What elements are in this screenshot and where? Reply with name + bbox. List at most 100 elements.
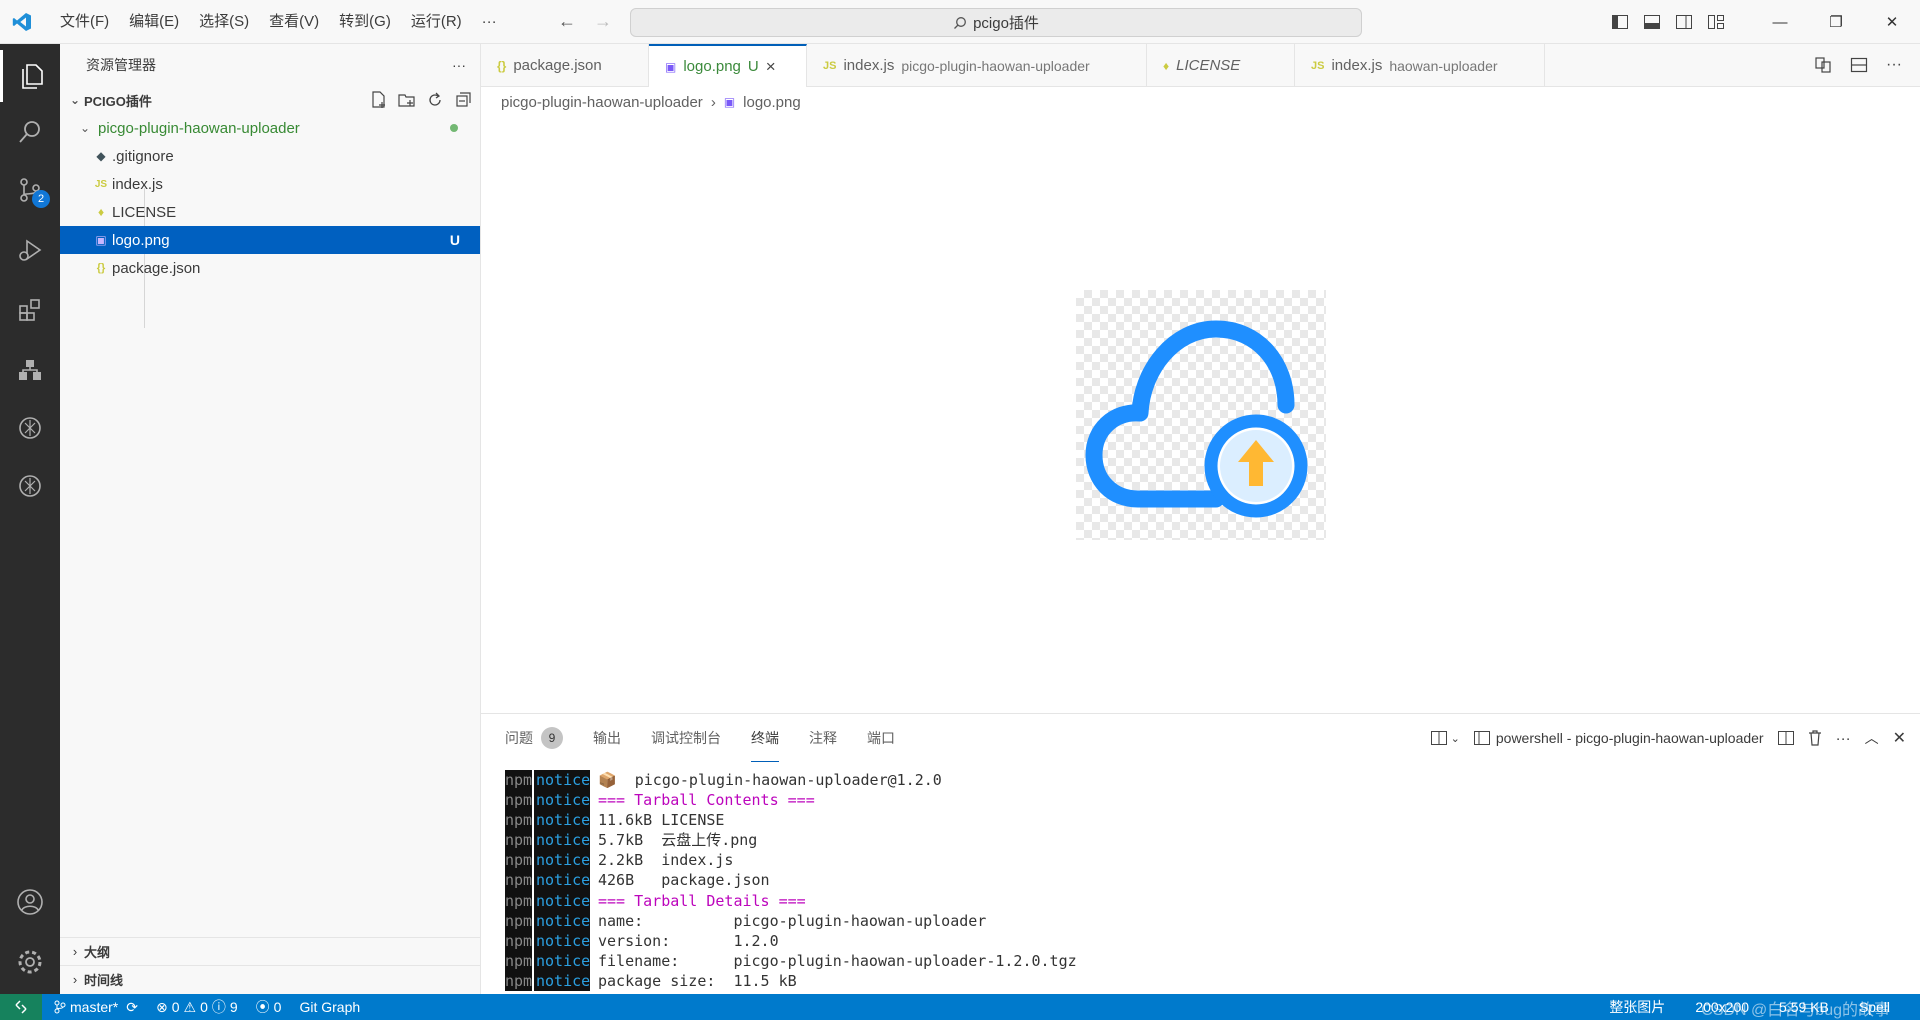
minimize-icon[interactable]: — [1752, 0, 1808, 44]
cloud-upload-logo [1085, 320, 1308, 518]
menu-view[interactable]: 查看(V) [259, 7, 329, 37]
tree-file-logo-png[interactable]: ▣ logo.png U [60, 226, 480, 254]
explorer-icon[interactable] [0, 50, 60, 102]
outline-section[interactable]: › 大纲 [60, 937, 481, 965]
toggle-panel-icon[interactable] [1636, 0, 1668, 44]
notice-prefix: notice [534, 890, 591, 911]
open-changes-icon[interactable] [1814, 56, 1832, 74]
chatgpt-icon[interactable] [0, 402, 60, 454]
customize-layout-icon[interactable] [1700, 0, 1732, 44]
terminal-output[interactable]: npm notice 📦 picgo-plugin-haowan-uploader@… [505, 770, 1077, 992]
menu-run[interactable]: 运行(R) [401, 7, 472, 37]
menu-edit[interactable]: 编辑(E) [119, 7, 189, 37]
settings-gear-icon[interactable] [0, 936, 60, 988]
account-icon[interactable] [0, 876, 60, 928]
menu-selection[interactable]: 选择(S) [189, 7, 259, 37]
search-icon[interactable] [0, 106, 60, 158]
tree-folder[interactable]: ⌄ picgo-plugin-haowan-uploader [60, 114, 480, 142]
error-icon: ⊗ [155, 998, 168, 1015]
tab-comments[interactable]: 注释 [809, 714, 837, 762]
timeline-section[interactable]: › 时间线 [60, 965, 481, 993]
git-file-icon: ◆ [96, 149, 106, 163]
problems-indicator[interactable]: ⊗ 0 ⚠ 0 ⓘ 9 [156, 997, 238, 1017]
explorer-more-icon[interactable]: ··· [452, 57, 466, 73]
git-branch-icon [54, 1000, 66, 1014]
breadcrumb: picgo-plugin-haowan-uploader › ▣ logo.pn… [481, 87, 1920, 117]
tab-index-js-2[interactable]: JS index.js haowan-uploader [1295, 44, 1545, 87]
ports-indicator[interactable]: ⦿ 0 [256, 997, 282, 1017]
warning-count: 0 [200, 999, 208, 1015]
tab-label: logo.png [683, 58, 741, 75]
tab-license[interactable]: ♦ LICENSE [1147, 44, 1295, 87]
workspace-section[interactable]: ⌄ PCIGO插件 [60, 86, 480, 114]
terminal-line: npm notice 11.6kB LICENSE [505, 810, 1077, 831]
tab-terminal[interactable]: 终端 [751, 714, 779, 762]
panel-more-icon[interactable]: ··· [1836, 730, 1851, 747]
breadcrumb-file[interactable]: logo.png [743, 94, 801, 111]
close-window-icon[interactable]: ✕ [1864, 0, 1920, 44]
restore-icon[interactable]: ❐ [1808, 0, 1864, 44]
maximize-panel-icon[interactable]: ︿ [1865, 728, 1879, 748]
more-actions-icon[interactable]: ··· [1886, 56, 1902, 74]
close-panel-icon[interactable]: ✕ [1893, 728, 1906, 748]
forward-arrow-icon[interactable]: → [594, 11, 612, 31]
tab-logo-png[interactable]: ▣ logo.png U × [649, 44, 807, 87]
new-folder-icon[interactable] [398, 91, 416, 109]
terminal-instance[interactable]: powershell - picgo-plugin-haowan-uploade… [1473, 730, 1764, 746]
terminal-line: npm notice 2.2kB index.js [505, 850, 1077, 871]
tab-ports[interactable]: 端口 [867, 714, 895, 762]
tab-problems[interactable]: 问题 9 [505, 714, 563, 762]
chevron-down-icon: ⌄ [69, 93, 81, 107]
error-count: 0 [171, 999, 180, 1015]
toggle-secondary-sidebar-icon[interactable] [1668, 0, 1700, 44]
branch-indicator[interactable]: master* ⟳ [54, 999, 138, 1016]
git-graph-button[interactable]: Git Graph [299, 999, 360, 1015]
tab-index-js-1[interactable]: JS index.js picgo-plugin-haowan-uploader [807, 44, 1147, 87]
split-editor-icon[interactable] [1850, 56, 1868, 74]
menu-more[interactable]: ··· [472, 7, 507, 37]
tree-file-license[interactable]: ♦ LICENSE [60, 198, 480, 226]
refresh-icon[interactable] [426, 91, 444, 109]
sync-icon[interactable]: ⟳ [126, 999, 138, 1016]
breadcrumb-folder[interactable]: picgo-plugin-haowan-uploader [501, 94, 703, 111]
terminal-line: npm notice === Tarball Details === [505, 890, 1077, 911]
command-center-search[interactable]: pcigo插件 [630, 8, 1362, 37]
source-control-icon[interactable]: 2 [0, 164, 60, 216]
back-arrow-icon[interactable]: ← [558, 11, 576, 31]
toggle-primary-sidebar-icon[interactable] [1604, 0, 1636, 44]
new-file-icon[interactable] [370, 91, 388, 109]
modified-dot-icon [450, 124, 458, 132]
tab-package-json[interactable]: {} package.json [481, 44, 649, 87]
terminal-icon [1473, 731, 1490, 745]
tree-file-index-js[interactable]: JS index.js [60, 170, 480, 198]
tree-file-package-json[interactable]: {} package.json [60, 254, 480, 282]
js-file-icon: JS [94, 178, 108, 190]
tab-label: package.json [513, 57, 602, 74]
close-tab-icon[interactable]: × [766, 57, 776, 77]
terminal-text: filename: picgo-plugin-haowan-uploader-1… [598, 951, 1077, 970]
menu-go[interactable]: 转到(G) [329, 7, 401, 37]
notice-prefix: notice [534, 910, 591, 931]
chatgpt-icon-2[interactable] [0, 460, 60, 512]
remote-explorer-icon[interactable] [0, 344, 60, 396]
remote-indicator-icon[interactable] [0, 994, 42, 1020]
tab-status: U [747, 58, 759, 75]
trash-icon[interactable] [1808, 730, 1822, 746]
split-terminal-icon[interactable] [1777, 731, 1794, 745]
tab-output[interactable]: 输出 [593, 714, 621, 762]
menu-file[interactable]: 文件(F) [50, 7, 119, 37]
notice-prefix: notice [534, 830, 591, 851]
image-file-icon: ▣ [95, 233, 107, 247]
collapse-all-icon[interactable] [454, 91, 472, 109]
broadcast-icon: ⦿ [255, 999, 270, 1015]
explorer-title: 资源管理器 [86, 57, 156, 73]
js-file-icon: JS [1311, 59, 1325, 72]
split-dropdown-icon[interactable]: ⌄ [1430, 731, 1460, 745]
run-debug-icon[interactable] [0, 224, 60, 276]
tree-file-gitignore[interactable]: ◆ .gitignore [60, 142, 480, 170]
tab-debug-console[interactable]: 调试控制台 [651, 714, 721, 762]
extensions-icon[interactable] [0, 284, 60, 336]
terminal-text: === Tarball Details === [598, 891, 806, 910]
image-zoom-status[interactable]: 整张图片 [1609, 997, 1665, 1017]
outline-title: 大纲 [84, 945, 111, 960]
